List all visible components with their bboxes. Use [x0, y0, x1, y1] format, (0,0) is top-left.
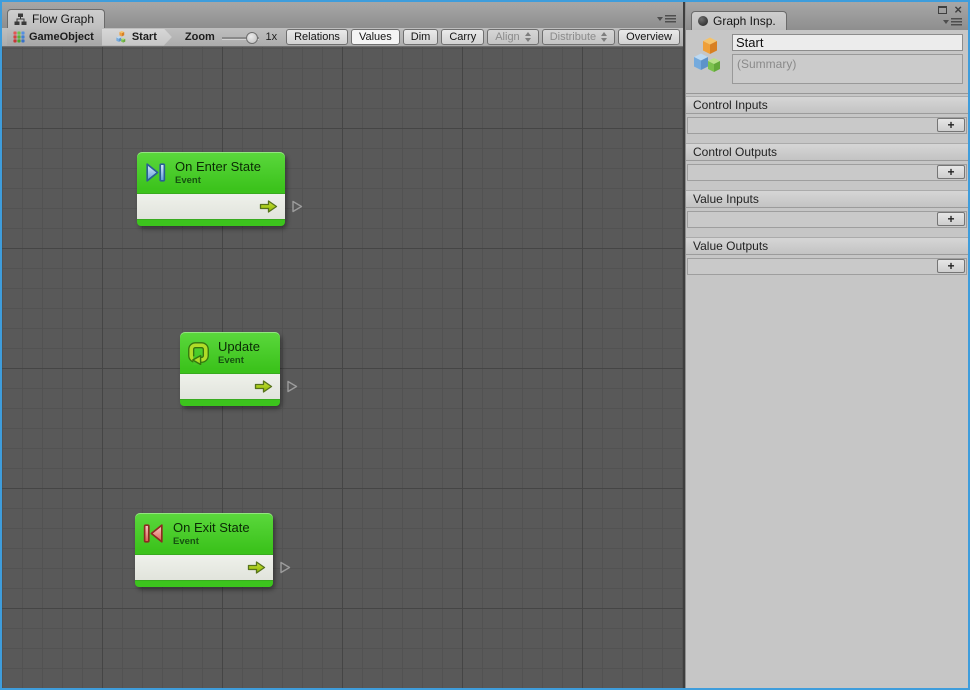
- zoom-value: 1x: [265, 31, 277, 43]
- section-header: Control Outputs: [686, 143, 968, 161]
- breadcrumb-start[interactable]: Start: [102, 29, 172, 46]
- breadcrumb-gameobject-label: GameObject: [29, 31, 94, 43]
- node-port-row: [180, 373, 280, 400]
- add-control-output-button[interactable]: +: [937, 165, 965, 179]
- add-value-input-button[interactable]: +: [937, 212, 965, 226]
- breadcrumb-gameobject[interactable]: GameObject: [7, 29, 109, 46]
- node-header: On Enter State Event: [137, 152, 285, 193]
- zoom-slider[interactable]: [222, 29, 260, 46]
- overview-button[interactable]: Overview: [618, 29, 680, 45]
- step-backward-icon: [141, 521, 166, 546]
- loop-icon: [186, 340, 211, 365]
- unity-window: Flow Graph: [0, 0, 970, 690]
- node-port-row: [137, 193, 285, 220]
- window-controls: ×: [938, 5, 962, 14]
- node-port-row: [135, 554, 273, 581]
- inspector-sections: Control Inputs + Control Outputs + Value…: [686, 94, 968, 284]
- popup-arrows-icon: [525, 32, 531, 42]
- dim-button[interactable]: Dim: [403, 29, 439, 45]
- node-on-enter-state[interactable]: On Enter State Event: [137, 152, 285, 226]
- tab-graph-inspector[interactable]: Graph Insp.: [691, 11, 787, 30]
- node-title: On Exit State: [173, 520, 250, 536]
- tab-flow-graph-label: Flow Graph: [32, 12, 94, 26]
- carry-button[interactable]: Carry: [441, 29, 484, 45]
- distribute-button[interactable]: Distribute: [542, 29, 615, 45]
- node-title: On Enter State: [175, 159, 261, 175]
- breadcrumb-start-label: Start: [132, 31, 157, 43]
- zoom-label: Zoom: [185, 31, 215, 43]
- tab-flow-graph[interactable]: Flow Graph: [7, 9, 105, 28]
- pane-menu-icon[interactable]: [943, 16, 962, 27]
- section-empty-list: +: [687, 164, 967, 181]
- node-subtitle: Event: [175, 175, 261, 186]
- node-footer-strip: [180, 400, 280, 406]
- graph-inspector-tabrow: Graph Insp. ×: [686, 2, 968, 30]
- flow-graph-toolbar: GameObject Start Zoom: [2, 28, 683, 47]
- popup-arrows-icon: [601, 32, 607, 42]
- pane-menu-icon[interactable]: [657, 13, 676, 24]
- flow-arrow-icon[interactable]: [253, 379, 274, 394]
- section-empty-list: +: [687, 258, 967, 275]
- graph-title-input[interactable]: [732, 34, 963, 51]
- section-header: Control Inputs: [686, 96, 968, 114]
- node-update[interactable]: Update Event: [180, 332, 280, 406]
- section-control-inputs: Control Inputs +: [686, 96, 968, 134]
- inspector-header: [686, 30, 968, 94]
- step-forward-icon: [143, 160, 168, 185]
- state-machine-icon: [115, 30, 128, 45]
- graph-summary-input[interactable]: [732, 54, 963, 84]
- section-empty-list: +: [687, 117, 967, 134]
- flow-arrow-icon[interactable]: [246, 560, 267, 575]
- relations-button[interactable]: Relations: [286, 29, 348, 45]
- flow-arrow-icon[interactable]: [258, 199, 279, 214]
- section-empty-list: +: [687, 211, 967, 228]
- add-value-output-button[interactable]: +: [937, 259, 965, 273]
- section-control-outputs: Control Outputs +: [686, 143, 968, 181]
- section-value-inputs: Value Inputs +: [686, 190, 968, 228]
- zoom-slider-handle[interactable]: [246, 32, 258, 44]
- align-button[interactable]: Align: [487, 29, 538, 45]
- control-output-port-icon[interactable]: [290, 199, 304, 214]
- flow-graph-panel: Flow Graph: [2, 2, 683, 688]
- section-header: Value Outputs: [686, 237, 968, 255]
- gameobject-icon: [13, 31, 25, 43]
- node-header: On Exit State Event: [135, 513, 273, 554]
- section-header: Value Inputs: [686, 190, 968, 208]
- node-subtitle: Event: [218, 355, 260, 366]
- maximize-icon[interactable]: [938, 6, 947, 14]
- graph-inspector-icon: [698, 16, 708, 26]
- control-output-port-icon[interactable]: [285, 379, 299, 394]
- node-footer-strip: [137, 220, 285, 226]
- state-machine-icon: [692, 34, 726, 84]
- values-button[interactable]: Values: [351, 29, 400, 45]
- align-button-label: Align: [495, 31, 519, 43]
- node-subtitle: Event: [173, 536, 250, 547]
- node-footer-strip: [135, 581, 273, 587]
- tab-graph-inspector-label: Graph Insp.: [713, 14, 776, 28]
- node-on-exit-state[interactable]: On Exit State Event: [135, 513, 273, 587]
- flow-graph-icon: [14, 13, 27, 26]
- graph-canvas[interactable]: On Enter State Event: [2, 47, 683, 688]
- graph-inspector-panel: Graph Insp. ×: [686, 2, 968, 688]
- node-header: Update Event: [180, 332, 280, 373]
- section-value-outputs: Value Outputs +: [686, 237, 968, 275]
- close-icon[interactable]: ×: [954, 5, 962, 14]
- add-control-input-button[interactable]: +: [937, 118, 965, 132]
- distribute-button-label: Distribute: [550, 31, 596, 43]
- control-output-port-icon[interactable]: [278, 560, 292, 575]
- flow-graph-tabrow: Flow Graph: [2, 2, 683, 28]
- node-title: Update: [218, 339, 260, 355]
